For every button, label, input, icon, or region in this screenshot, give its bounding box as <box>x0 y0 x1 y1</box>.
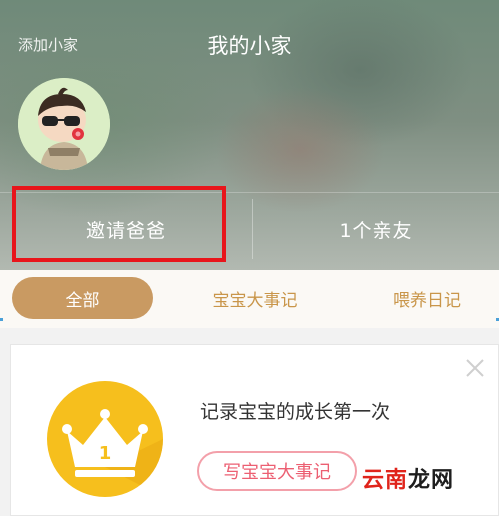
write-milestone-button[interactable]: 写宝宝大事记 <box>197 451 357 491</box>
edge-marker-left <box>0 318 3 321</box>
page-title: 我的小家 <box>207 34 292 58</box>
watermark-part1: 云南 <box>362 468 409 493</box>
relatives-count-button[interactable]: 1个亲友 <box>253 193 499 265</box>
baby-avatar-icon <box>18 78 110 170</box>
tab-bar: 全部 宝宝大事记 喂养日记 <box>0 270 499 328</box>
crown-badge: 1 <box>47 381 163 497</box>
crown-icon: 1 <box>62 409 163 497</box>
watermark-part2: 龙网 <box>408 468 455 493</box>
watermark: 云南龙网 <box>362 462 454 494</box>
tab-baby-milestones[interactable]: 宝宝大事记 <box>190 277 320 319</box>
close-icon[interactable] <box>464 357 486 379</box>
milestone-message: 记录宝宝的成长第一次 <box>200 401 391 423</box>
badge-number: 1 <box>99 443 112 464</box>
tab-all[interactable]: 全部 <box>12 277 153 319</box>
tab-feeding-diary[interactable]: 喂养日记 <box>372 277 482 319</box>
stats-row: 邀请爸爸 1个亲友 <box>0 192 499 265</box>
header: 添加小家 我的小家 邀请爸爸 1个亲友 <box>0 0 499 270</box>
avatar[interactable] <box>18 78 110 170</box>
invite-dad-button[interactable]: 邀请爸爸 <box>0 193 252 265</box>
